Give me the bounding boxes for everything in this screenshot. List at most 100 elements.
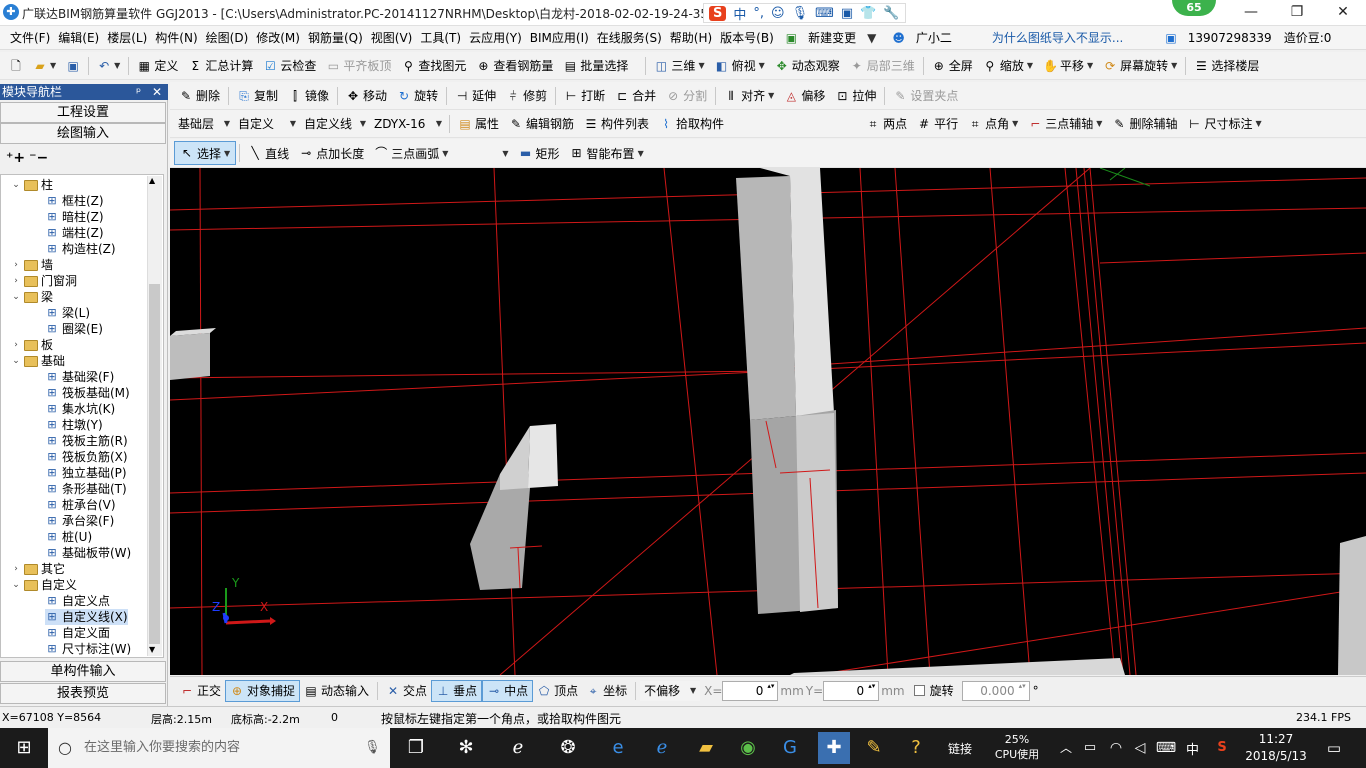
report-preview-button[interactable]: 报表预览 [0,683,166,704]
tree-folder[interactable]: › 墙 [11,257,53,273]
pick-component-button[interactable]: ⌇ 拾取构件 [654,112,729,136]
ggj-active-icon[interactable]: ✚ [818,732,850,764]
y-coordinate-input[interactable]: 0 [823,680,880,701]
offset-button[interactable]: ◬ 偏移 [779,84,830,108]
save-button[interactable]: ▣ [61,54,85,78]
mirror-button[interactable]: ⫿ 镜像 [283,84,334,108]
copy-button[interactable]: ⎘ 复制 [232,84,283,108]
new-file-button[interactable]: 🗋 [4,54,28,78]
coordinate-snap[interactable]: ⌖ 坐标 [582,680,631,702]
pin-icon[interactable]: ᵖ [136,84,141,100]
expand-all-icon[interactable]: ⁺+ [6,150,25,166]
x-coordinate-input[interactable]: 0 [722,680,779,701]
local-3d-button[interactable]: ✦ 局部三维 [845,54,920,78]
tree-item[interactable]: ⊞ 桩承台(V) [45,497,115,513]
fullscreen-button[interactable]: ⊕ 全屏 [927,54,978,78]
ie-icon[interactable]: ℯ [650,736,674,760]
rotate-button[interactable]: ↻ 旋转 [392,84,443,108]
two-point-axis-button[interactable]: ⌗ 两点 [861,112,912,136]
rotate-checkbox[interactable] [913,685,925,696]
move-button[interactable]: ✥ 移动 [341,84,392,108]
glodon-g-icon[interactable]: G [778,736,802,760]
edit-rebar-button[interactable]: ✎ 编辑钢筋 [504,112,579,136]
three-point-arc-button[interactable]: ⌒ 三点画弧 ▼ [369,141,453,165]
parallel-axis-button[interactable]: # 平行 [912,112,963,136]
menu-file[interactable]: 文件(F) [6,29,54,46]
punctuation-icon[interactable]: °, [753,6,764,21]
links-toolbar[interactable]: 链接 [948,740,972,757]
tree-item[interactable]: ⊞ 独立基础(P) [45,465,126,481]
network-icon[interactable]: ▭ [1078,736,1102,760]
pan-button[interactable]: ✋ 平移 ▼ [1038,54,1098,78]
close-button[interactable]: ✕ [1320,0,1366,26]
arc-dropdown[interactable]: ▼ [497,141,513,165]
collapse-all-icon[interactable]: ⁻− [29,150,48,166]
sogou-tray-icon[interactable]: S [1210,736,1234,760]
menu-cloud[interactable]: 云应用(Y) [465,29,526,46]
menu-edit[interactable]: 编辑(E) [54,29,103,46]
ime-mode[interactable]: 中 [733,4,746,23]
tree-item[interactable]: ⊞ 圈梁(E) [45,321,103,337]
ime-toolbar[interactable]: S 中 °, ☺ 🎙 ⌨ ▣ 👕 🔧 [703,3,906,23]
wrench-icon[interactable]: 🔧 [883,6,899,21]
language-indicator[interactable]: 中 [1186,739,1199,758]
action-center-icon[interactable]: ▭ [1322,736,1346,760]
tree-folder[interactable]: › 板 [11,337,53,353]
tree-item[interactable]: ⊞ 自定义点 [45,593,110,609]
tree-item[interactable]: ⊞ 集水坑(K) [45,401,115,417]
line-button[interactable]: ╲ 直线 [243,141,294,165]
collapse-icon[interactable]: ⌄ [11,577,21,593]
collapse-icon[interactable]: ⌄ [11,177,21,193]
file-explorer-icon[interactable]: ▰ [694,736,718,760]
notes-app-icon[interactable]: ✎ [862,736,886,760]
swirl-app-icon[interactable]: ❂ [556,736,580,760]
menu-online[interactable]: 在线服务(S) [593,29,666,46]
tree-folder[interactable]: › 门窗洞 [11,273,77,289]
tree-item[interactable]: ⊞ 筏板主筋(R) [45,433,127,449]
break-button[interactable]: ⊢ 打断 [559,84,610,108]
rotate-angle-input[interactable]: 0.000 [961,680,1030,701]
menu-version[interactable]: 版本号(B) [716,29,778,46]
emoji-icon[interactable]: ☺ [771,6,785,21]
cpu-usage[interactable]: 25% CPU使用 [992,732,1042,762]
undo-button[interactable]: ↶ ▼ [92,54,125,78]
dynamic-input-toggle[interactable]: ▤ 动态输入 [300,680,373,702]
tree-item[interactable]: ⊞ 基础梁(F) [45,369,114,385]
batch-select-button[interactable]: ▤ 批量选择 [558,54,633,78]
component-select[interactable]: ZDYX-16 ▼ [370,113,446,134]
split-button[interactable]: ⊘ 分割 [661,84,712,108]
tree-item[interactable]: ⊞ 构造柱(Z) [45,241,115,257]
microphone-icon[interactable]: 🎙 [792,6,809,21]
view-rebar-button[interactable]: ⊕ 查看钢筋量 [471,54,558,78]
select-button[interactable]: ↖ 选择 ▼ [174,141,237,165]
question-link[interactable]: 为什么图纸导入不显示... [988,29,1127,46]
top-view-button[interactable]: ◧ 俯视 ▼ [710,54,770,78]
keyboard-icon[interactable]: ⌨ [1154,736,1178,760]
floor-select[interactable]: 基础层 ▼ [174,113,234,134]
delete-axis-button[interactable]: ✎ 删除辅轴 [1107,112,1182,136]
three-point-axis-button[interactable]: ⌐ 三点辅轴 ▼ [1023,112,1107,136]
volume-icon[interactable]: ◁ [1128,736,1152,760]
tree-item[interactable]: ⊞ 端柱(Z) [45,225,103,241]
maximize-button[interactable]: ❐ [1274,0,1320,26]
properties-button[interactable]: ▤ 属性 [453,112,504,136]
menu-help[interactable]: 帮助(H) [666,29,716,46]
tree-item[interactable]: ⊞ 尺寸标注(W) [45,641,131,657]
skin-icon[interactable]: ▣ [841,6,853,21]
panel-close-icon[interactable]: ✕ [152,84,162,100]
wifi-icon[interactable]: ◠ [1104,736,1128,760]
new-change-button[interactable]: ▣ 新建变更 ▼ [778,29,885,46]
task-view-icon[interactable]: ❐ [404,736,428,760]
tree-scrollbar-thumb[interactable] [149,284,160,644]
point-angle-axis-button[interactable]: ⌗ 点角 ▼ [963,112,1023,136]
point-length-button[interactable]: ⊸ 点加长度 [294,141,369,165]
tree-folder[interactable]: ⌄ 自定义 [11,577,77,593]
offset-select[interactable]: 不偏移 ▼ [640,680,701,701]
tree-item[interactable]: ⊞ 梁(L) [45,305,90,321]
tree-folder[interactable]: ⌄ 柱 [11,177,53,193]
menu-floor[interactable]: 楼层(L) [103,29,151,46]
find-element-button[interactable]: ⚲ 查找图元 [396,54,471,78]
windows-start-icon[interactable]: ⊞ [12,736,36,760]
rectangle-button[interactable]: ▬ 矩形 [514,141,565,165]
menu-bim[interactable]: BIM应用(I) [526,29,593,46]
